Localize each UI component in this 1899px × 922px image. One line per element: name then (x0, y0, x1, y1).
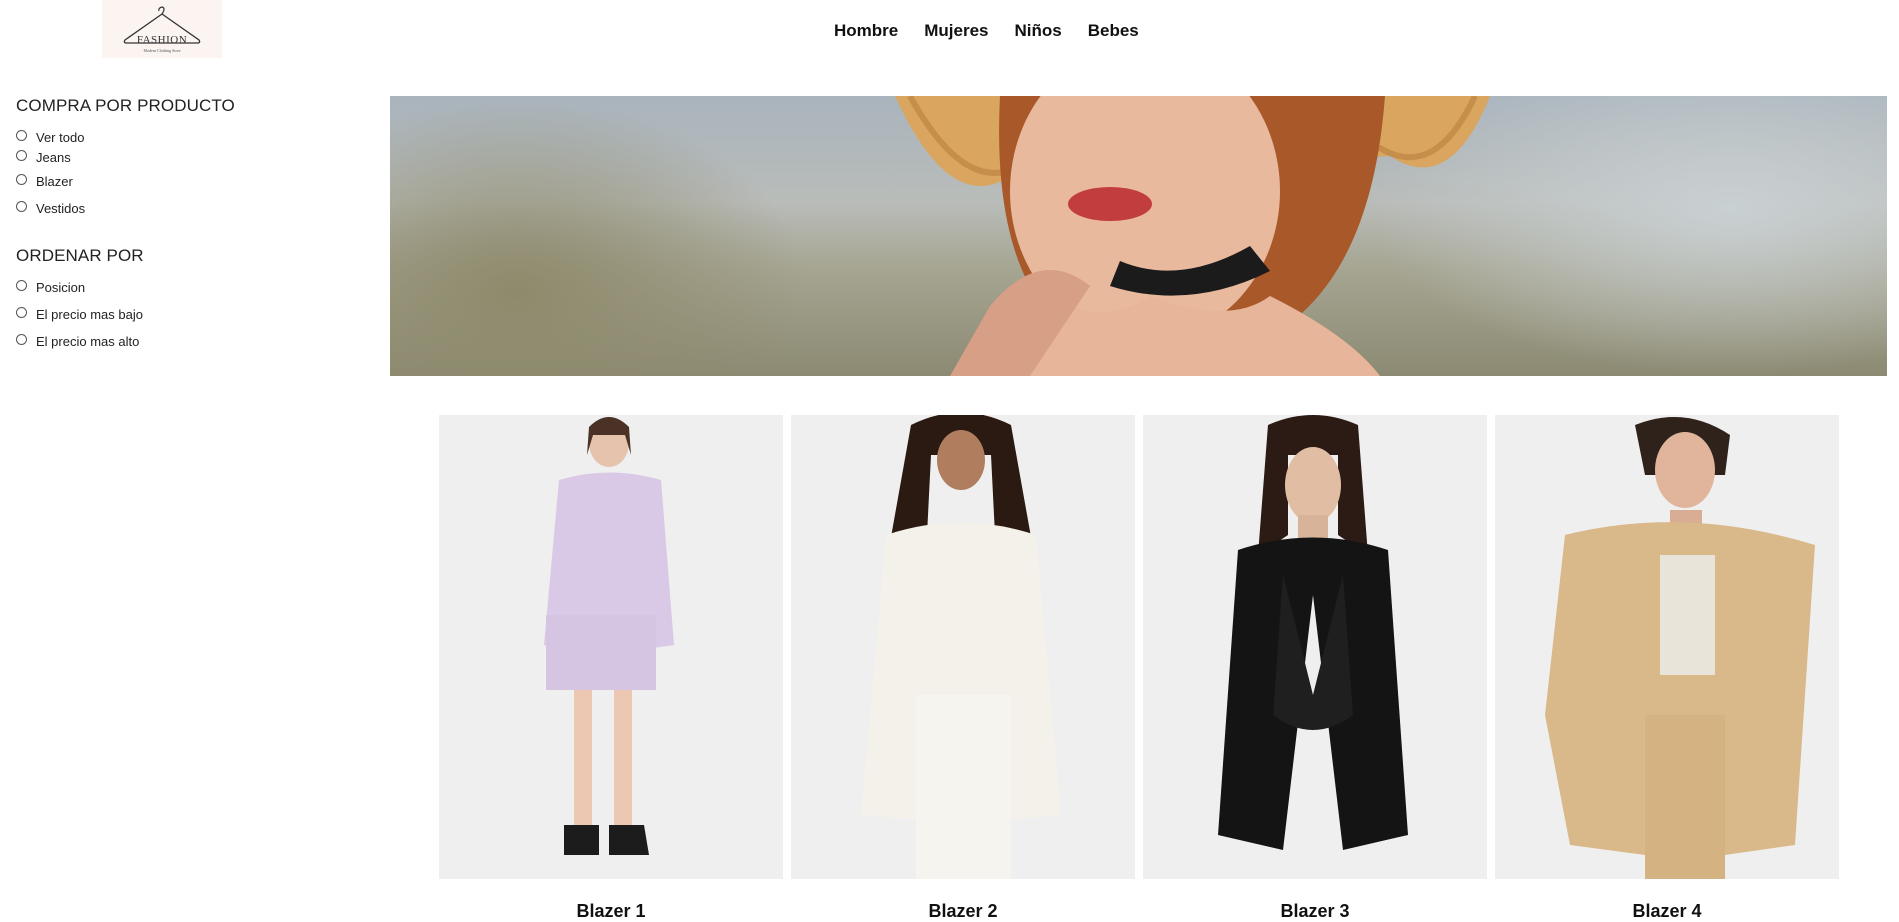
sort-section: ORDENAR POR Posicion El precio mas bajo … (16, 246, 356, 355)
sort-by-heading: ORDENAR POR (16, 246, 144, 265)
radio-icon[interactable] (16, 149, 27, 161)
filter-option-label: Blazer (36, 174, 73, 189)
product-card[interactable]: Blazer 3 (1143, 415, 1487, 922)
product-name[interactable]: Blazer 1 (439, 901, 783, 922)
filter-option-label: Jeans (36, 149, 71, 165)
filter-option-label: Vestidos (36, 201, 86, 216)
radio-icon[interactable] (16, 201, 27, 212)
main-nav: Hombre Mujeres Niños Bebes (834, 21, 1139, 41)
filter-option-blazer[interactable]: Blazer (16, 168, 356, 195)
shop-by-product-heading: COMPRA POR PRODUCTO (16, 96, 235, 115)
filter-option-label: Ver todo (36, 130, 85, 145)
site-logo[interactable]: FASHION Modern Clothing Store (102, 0, 222, 58)
nav-mujeres[interactable]: Mujeres (924, 21, 988, 41)
product-image[interactable] (1143, 415, 1487, 879)
sort-option-precio-alto[interactable]: El precio mas alto (16, 328, 356, 355)
sort-by-list: Posicion El precio mas bajo El precio ma… (16, 274, 356, 355)
product-card[interactable]: Blazer 4 (1495, 415, 1839, 922)
nav-hombre[interactable]: Hombre (834, 21, 898, 41)
sort-option-posicion[interactable]: Posicion (16, 274, 356, 301)
product-name[interactable]: Blazer 4 (1495, 901, 1839, 922)
nav-ninos[interactable]: Niños (1014, 21, 1061, 41)
product-image[interactable] (1495, 415, 1839, 879)
banner-portrait-image (895, 96, 1490, 376)
shop-by-product-list: Ver todo Jeans Blazer Vestidos (16, 124, 356, 222)
hero-banner (390, 96, 1887, 376)
sort-option-label: Posicion (36, 280, 86, 295)
radio-icon[interactable] (16, 280, 27, 291)
filter-option-jeans[interactable]: Jeans (16, 146, 356, 168)
product-image[interactable] (791, 415, 1135, 879)
product-grid: Blazer 1 Blazer 2 Blazer 3 Blazer 4 (439, 415, 1839, 922)
logo-brand: FASHION (136, 33, 188, 46)
product-card[interactable]: Blazer 2 (791, 415, 1135, 922)
radio-icon[interactable] (16, 130, 27, 141)
filter-sidebar: COMPRA POR PRODUCTO Ver todo Jeans Blaze… (16, 96, 356, 355)
radio-icon[interactable] (16, 174, 27, 185)
sort-option-label: El precio mas bajo (36, 307, 143, 322)
product-garment (1218, 537, 1408, 850)
product-image[interactable] (439, 415, 783, 879)
sort-option-precio-bajo[interactable]: El precio mas bajo (16, 301, 356, 328)
sort-option-label: El precio mas alto (36, 334, 140, 349)
product-card[interactable]: Blazer 1 (439, 415, 783, 922)
product-name[interactable]: Blazer 3 (1143, 901, 1487, 922)
logo-tagline: Modern Clothing Store (143, 47, 181, 53)
radio-icon[interactable] (16, 307, 27, 318)
nav-bebes[interactable]: Bebes (1088, 21, 1139, 41)
radio-icon[interactable] (16, 334, 27, 345)
product-name[interactable]: Blazer 2 (791, 901, 1135, 922)
filter-option-vestidos[interactable]: Vestidos (16, 195, 356, 222)
